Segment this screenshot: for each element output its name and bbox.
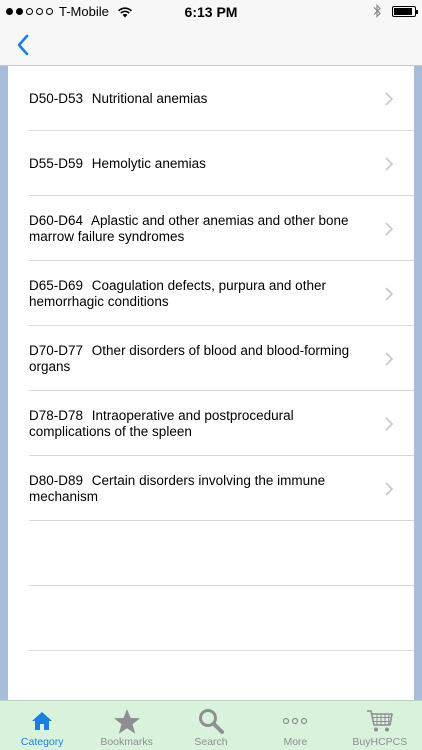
tab-bookmarks[interactable]: Bookmarks [84, 701, 168, 750]
tab-buy[interactable]: BuyHCPCS [338, 701, 422, 750]
chevron-right-icon [385, 416, 394, 431]
list-item-text: D50-D53 Nutritional anemias [29, 91, 207, 107]
list-item[interactable]: D78-D78 Intraoperative and postprocedura… [8, 391, 414, 456]
range-title: Nutritional anemias [91, 90, 208, 106]
tab-bar: Category Bookmarks Search More BuyHCPCS [0, 700, 422, 750]
range-code: D60-D64 [29, 212, 84, 228]
tab-more[interactable]: More [253, 701, 337, 750]
chevron-right-icon [385, 91, 394, 106]
empty-row [8, 521, 414, 586]
status-time: 6:13 PM [184, 4, 238, 20]
chevron-right-icon [385, 481, 394, 496]
chevron-right-icon [385, 286, 394, 301]
range-code: D65-D69 [29, 277, 84, 293]
tab-label: Bookmarks [100, 736, 153, 748]
list-item-text: D60-D64 Aplastic and other anemias and o… [29, 213, 374, 245]
status-right [372, 4, 418, 18]
tab-category[interactable]: Category [0, 701, 84, 750]
right-frame [414, 66, 422, 700]
chevron-right-icon [385, 221, 394, 236]
house-icon [27, 707, 57, 735]
range-code: D70-D77 [29, 342, 84, 358]
chevron-left-icon [17, 34, 29, 56]
magnifier-icon [196, 707, 226, 735]
star-icon [112, 707, 142, 735]
chevron-right-icon [385, 156, 394, 171]
ellipsis-icon [280, 707, 310, 735]
navigation-bar [0, 24, 422, 66]
category-list[interactable]: D50-D53 Nutritional anemias D55-D59 Hemo… [8, 66, 414, 700]
list-item-text: D55-D59 Hemolytic anemias [29, 156, 206, 172]
chevron-right-icon [385, 351, 394, 366]
tab-label: BuyHCPCS [352, 736, 408, 748]
left-frame [0, 66, 8, 700]
list-item[interactable]: D80-D89 Certain disorders involving the … [8, 456, 414, 521]
list-item[interactable]: D60-D64 Aplastic and other anemias and o… [8, 196, 414, 261]
tab-label: More [283, 736, 308, 748]
battery-level [394, 7, 412, 15]
list-item-text: D70-D77 Other disorders of blood and blo… [29, 343, 374, 375]
list-item[interactable]: D55-D59 Hemolytic anemias [8, 131, 414, 196]
range-code: D55-D59 [29, 155, 84, 171]
list-item[interactable]: D65-D69 Coagulation defects, purpura and… [8, 261, 414, 326]
bluetooth-icon [373, 4, 381, 18]
tab-label: Category [20, 736, 64, 748]
tab-search[interactable]: Search [169, 701, 253, 750]
list-item[interactable]: D50-D53 Nutritional anemias [8, 66, 414, 131]
cart-icon [365, 707, 395, 735]
tab-label: Search [194, 736, 228, 748]
empty-row [8, 586, 414, 651]
range-code: D80-D89 [29, 472, 84, 488]
list-item-text: D80-D89 Certain disorders involving the … [29, 473, 374, 505]
battery-icon [392, 5, 418, 17]
status-bar: T-Mobile 6:13 PM [0, 0, 422, 24]
list-item[interactable]: D70-D77 Other disorders of blood and blo… [8, 326, 414, 391]
back-button[interactable] [8, 30, 38, 60]
range-title: Hemolytic anemias [91, 155, 206, 171]
list-item-text: D78-D78 Intraoperative and postprocedura… [29, 408, 374, 440]
range-code: D50-D53 [29, 90, 84, 106]
range-code: D78-D78 [29, 407, 84, 423]
list-item-text: D65-D69 Coagulation defects, purpura and… [29, 278, 374, 310]
